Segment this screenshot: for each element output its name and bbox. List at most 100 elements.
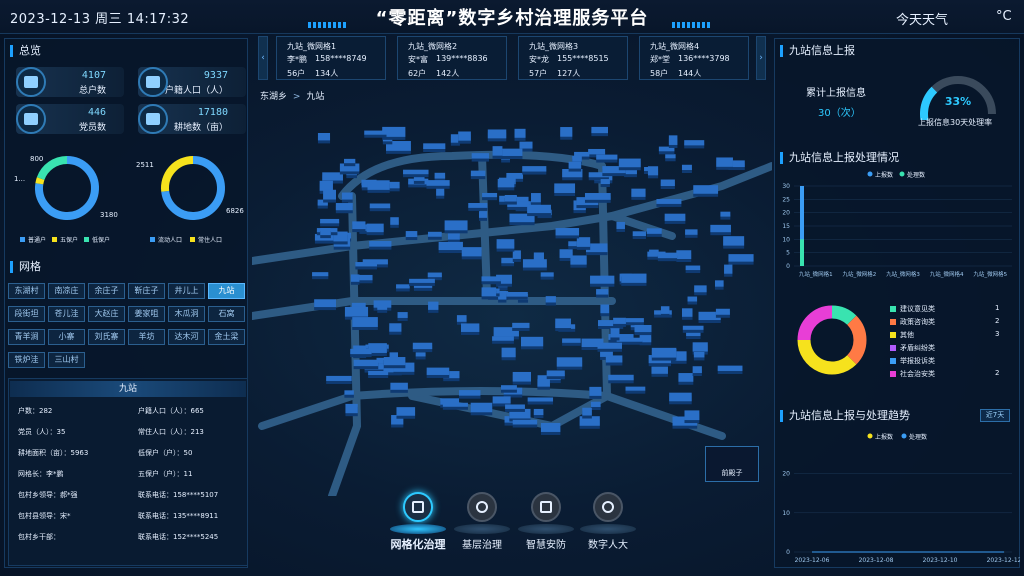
micro-grid-card-3[interactable]: 九站_微网格3 安*龙 155****8515 57户 127人 bbox=[518, 36, 628, 80]
legend-dot-reported bbox=[867, 433, 873, 439]
building bbox=[540, 272, 554, 277]
grid-button[interactable]: 九站 bbox=[208, 283, 245, 299]
building bbox=[568, 241, 578, 247]
station-info-field: 联系电话：152****5245 bbox=[138, 533, 219, 541]
legend-swatch-resident bbox=[190, 237, 195, 242]
legend-reported: 上报数 bbox=[875, 171, 893, 179]
building bbox=[657, 252, 678, 259]
building bbox=[478, 211, 487, 218]
minimap[interactable]: 前殿子 bbox=[705, 446, 759, 482]
building bbox=[369, 241, 392, 247]
building bbox=[319, 180, 333, 191]
building bbox=[576, 237, 591, 247]
micro-grid-card-4[interactable]: 九站_微网格4 郑*堂 136****3798 58户 144人 bbox=[639, 36, 749, 80]
building bbox=[522, 259, 547, 268]
building bbox=[646, 228, 662, 234]
building bbox=[600, 179, 610, 185]
station-info-field: 联系电话：135****8911 bbox=[138, 512, 219, 520]
grid-button[interactable]: 木瓜洞 bbox=[168, 306, 205, 322]
nav-smart-security[interactable]: 智慧安防 bbox=[516, 492, 576, 551]
grid-button[interactable]: 达木河 bbox=[168, 329, 205, 345]
x-tick-label: 2023-12-06 bbox=[795, 557, 830, 564]
category-legend-item: 建议意见类 1 bbox=[890, 304, 999, 314]
legend-normal: 普通户 bbox=[28, 236, 46, 244]
donut1-label-1: 1... bbox=[14, 175, 25, 183]
building bbox=[556, 357, 583, 367]
grid-button[interactable]: 三山村 bbox=[48, 352, 85, 368]
category-legend-item: 矛盾纠纷类 bbox=[890, 343, 935, 353]
nav-digital-npc[interactable]: 数字人大 bbox=[578, 492, 638, 551]
building bbox=[590, 401, 601, 407]
village-map[interactable] bbox=[252, 96, 772, 496]
grid-button[interactable]: 大赵庄 bbox=[88, 306, 125, 322]
grid-button[interactable]: 姜家咀 bbox=[128, 306, 165, 322]
building bbox=[546, 370, 565, 377]
building bbox=[678, 373, 694, 382]
x-tick-label: 九站_微网格3 bbox=[886, 270, 920, 278]
building bbox=[390, 217, 399, 225]
station-info-field: 五保户（户）：11 bbox=[138, 470, 193, 478]
grid-button[interactable]: 井儿上 bbox=[168, 283, 205, 299]
building bbox=[616, 337, 643, 342]
grid-button[interactable]: 石窝 bbox=[208, 306, 245, 322]
legend-low-income: 低保户 bbox=[92, 236, 110, 244]
grid-button[interactable]: 金土梁 bbox=[208, 329, 245, 345]
grid-button[interactable]: 段街坦 bbox=[8, 306, 45, 322]
grid-button[interactable]: 小寨 bbox=[48, 329, 85, 345]
grid-button[interactable]: 青羊涧 bbox=[8, 329, 45, 345]
building bbox=[366, 223, 384, 233]
building bbox=[444, 220, 468, 231]
building bbox=[487, 129, 507, 139]
building bbox=[368, 370, 389, 376]
y-tick-label: 0 bbox=[786, 263, 790, 270]
farmland-icon bbox=[138, 104, 168, 134]
y-tick-label: 30 bbox=[782, 183, 790, 190]
building bbox=[632, 231, 646, 237]
y-tick-label: 5 bbox=[786, 250, 790, 257]
grid-button[interactable]: 苍儿洼 bbox=[48, 306, 85, 322]
micro-grid-card-1[interactable]: 九站_微网格1 李*鹏 158****8749 56户 134人 bbox=[276, 36, 386, 80]
grid-button[interactable]: 靳庄子 bbox=[128, 283, 165, 299]
micro-grid-card-2[interactable]: 九站_微网格2 安*富 139****8836 62户 142人 bbox=[397, 36, 507, 80]
category-slice bbox=[797, 339, 857, 375]
building bbox=[512, 250, 521, 259]
building bbox=[540, 422, 561, 432]
grid-button[interactable]: 南凉庄 bbox=[48, 283, 85, 299]
building bbox=[492, 336, 514, 341]
building bbox=[665, 154, 676, 159]
building bbox=[442, 402, 468, 407]
building bbox=[367, 180, 390, 190]
building bbox=[501, 347, 516, 358]
cards-next-button[interactable]: › bbox=[756, 36, 766, 80]
building bbox=[605, 355, 623, 363]
building bbox=[412, 342, 433, 350]
category-slice bbox=[831, 305, 857, 326]
building bbox=[344, 390, 354, 395]
processing-rate-gauge: 33% bbox=[920, 76, 996, 120]
building bbox=[625, 386, 646, 391]
building bbox=[582, 407, 592, 416]
building bbox=[693, 351, 705, 358]
grid-button[interactable]: 余庄子 bbox=[88, 283, 125, 299]
household-population-donuts: 800 1... 3180 2511 6826 普通户 五保户 低保户 流动人口… bbox=[14, 155, 244, 244]
range-7days-button[interactable]: 近7天 bbox=[980, 409, 1010, 422]
population-icon bbox=[138, 67, 168, 97]
grid-button[interactable]: 刘氏寨 bbox=[88, 329, 125, 345]
grid-button[interactable]: 羊坊 bbox=[128, 329, 165, 345]
x-tick-label: 九站_微网格5 bbox=[973, 270, 1007, 278]
grid-button[interactable]: 铁炉洼 bbox=[8, 352, 45, 368]
donut1-label-2: 3180 bbox=[100, 211, 118, 219]
nav-grid-governance[interactable]: 网格化治理 bbox=[388, 492, 448, 552]
cards-prev-button[interactable]: ‹ bbox=[258, 36, 268, 80]
category-donut-chart bbox=[797, 305, 867, 375]
building bbox=[352, 221, 366, 230]
grid-button[interactable]: 东湖村 bbox=[8, 283, 45, 299]
building bbox=[459, 390, 481, 396]
building bbox=[369, 203, 391, 209]
building bbox=[717, 365, 743, 371]
nav-grassroots-governance[interactable]: 基层治理 bbox=[452, 492, 512, 551]
building bbox=[554, 183, 576, 193]
building bbox=[527, 397, 554, 402]
building bbox=[651, 347, 677, 358]
building bbox=[341, 192, 353, 200]
